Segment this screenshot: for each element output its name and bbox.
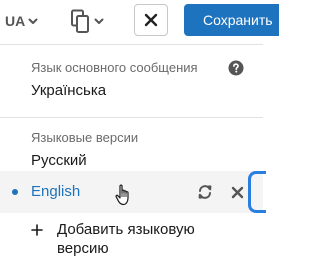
language-dropdown[interactable]: UA bbox=[5, 9, 39, 33]
language-version-label: English bbox=[31, 183, 81, 200]
add-language-version-button[interactable]: Добавить языковую версию bbox=[0, 220, 263, 264]
chevron-down-icon bbox=[28, 18, 38, 24]
editor-toolbar: UA Сохранить bbox=[0, 0, 279, 44]
primary-language-value: Українська bbox=[31, 82, 107, 99]
device-dropdown[interactable] bbox=[70, 6, 105, 36]
hand-pointer-icon bbox=[115, 184, 129, 206]
add-language-version-label: Добавить языковую версию bbox=[57, 221, 195, 257]
sync-translation-button[interactable] bbox=[193, 180, 217, 204]
remove-language-button[interactable] bbox=[225, 180, 249, 204]
language-version-russian[interactable]: Русский bbox=[31, 152, 87, 169]
language-versions-label: Языковые версии bbox=[31, 130, 139, 145]
sync-icon bbox=[198, 185, 212, 199]
help-icon[interactable] bbox=[228, 60, 244, 76]
language-version-actions bbox=[189, 176, 253, 208]
chevron-down-icon bbox=[94, 18, 104, 24]
language-panel: Язык основного сообщения Українська Язык… bbox=[0, 44, 266, 267]
close-button[interactable] bbox=[134, 4, 168, 36]
language-code: UA bbox=[5, 13, 26, 29]
language-version-english[interactable]: English bbox=[0, 171, 263, 213]
plus-icon bbox=[31, 224, 43, 236]
close-icon bbox=[144, 13, 158, 27]
divider bbox=[0, 117, 263, 118]
save-button[interactable]: Сохранить bbox=[184, 4, 279, 36]
focus-ring bbox=[248, 171, 266, 213]
primary-language-label: Язык основного сообщения bbox=[31, 60, 198, 75]
tablet-icon bbox=[71, 9, 89, 33]
active-indicator bbox=[12, 189, 18, 195]
close-icon bbox=[231, 186, 243, 198]
